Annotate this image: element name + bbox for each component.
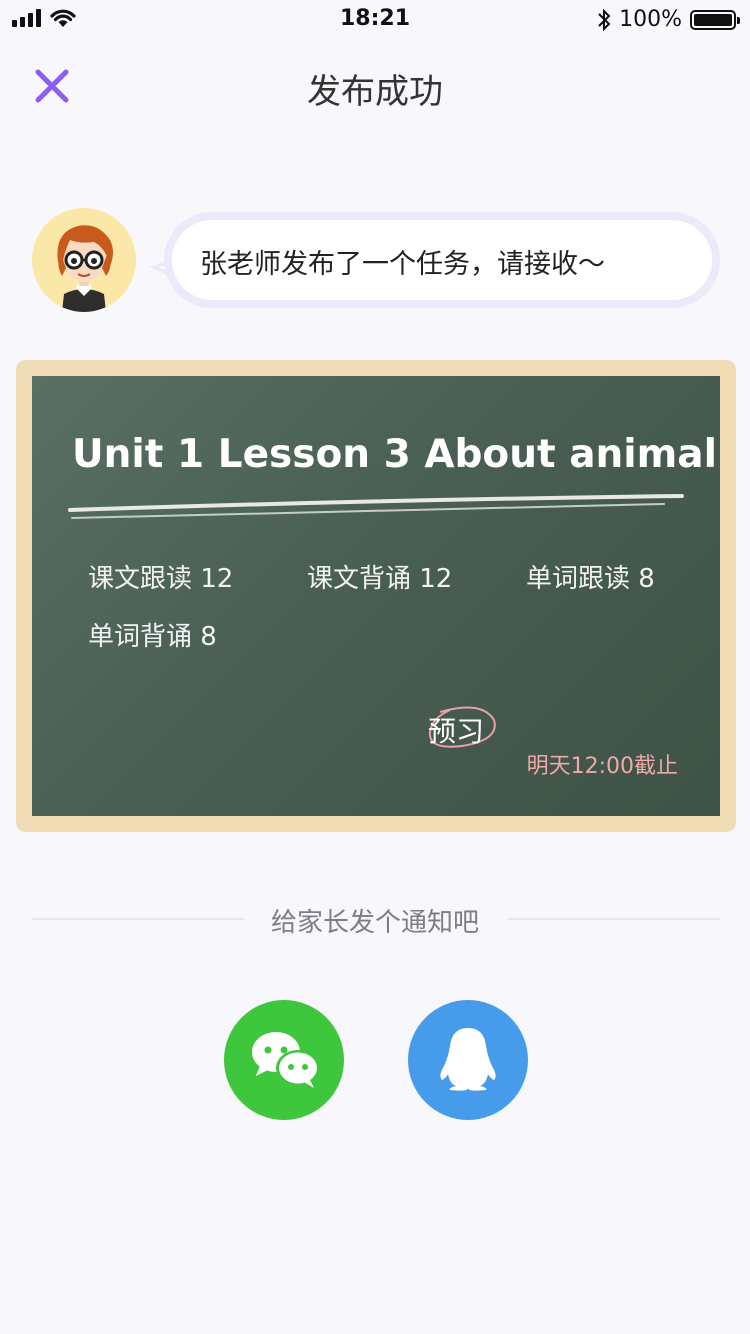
teacher-avatar bbox=[32, 208, 136, 312]
chalkboard: Unit 1 Lesson 3 About animal 课文跟读 12 课文背… bbox=[32, 376, 720, 816]
task-item: 单词背诵 8 bbox=[88, 622, 217, 652]
qq-icon bbox=[440, 1028, 496, 1091]
battery-percent: 100% bbox=[619, 7, 682, 32]
bluetooth-icon bbox=[598, 8, 611, 31]
task-type-tag: 预习 bbox=[428, 715, 485, 748]
task-deadline: 明天12:00截止 bbox=[526, 754, 678, 779]
task-card[interactable]: Unit 1 Lesson 3 About animal 课文跟读 12 课文背… bbox=[16, 360, 736, 832]
battery-icon bbox=[690, 9, 740, 30]
message-text: 张老师发布了一个任务，请接收～ bbox=[200, 249, 605, 280]
wechat-share-button[interactable] bbox=[224, 1000, 344, 1120]
divider-right bbox=[508, 918, 720, 920]
task-item: 课文跟读 12 bbox=[88, 564, 234, 594]
share-prompt: 给家长发个通知吧 bbox=[270, 908, 479, 938]
status-bar: 18:21 100% bbox=[0, 0, 750, 40]
task-title: Unit 1 Lesson 3 About animal bbox=[72, 432, 717, 477]
page-title: 发布成功 bbox=[307, 72, 443, 112]
chalk-underline bbox=[68, 494, 684, 519]
teacher-avatar-illustration bbox=[32, 208, 136, 312]
qq-share-button[interactable] bbox=[408, 1000, 528, 1120]
message-bubble: 张老师发布了一个任务，请接收～ bbox=[148, 212, 722, 308]
wechat-icon bbox=[252, 1032, 320, 1088]
task-item: 课文背诵 12 bbox=[307, 564, 453, 594]
status-right: 100% bbox=[597, 7, 740, 32]
nav-bar: 发布成功 bbox=[0, 40, 750, 132]
task-item: 单词跟读 8 bbox=[526, 564, 655, 594]
